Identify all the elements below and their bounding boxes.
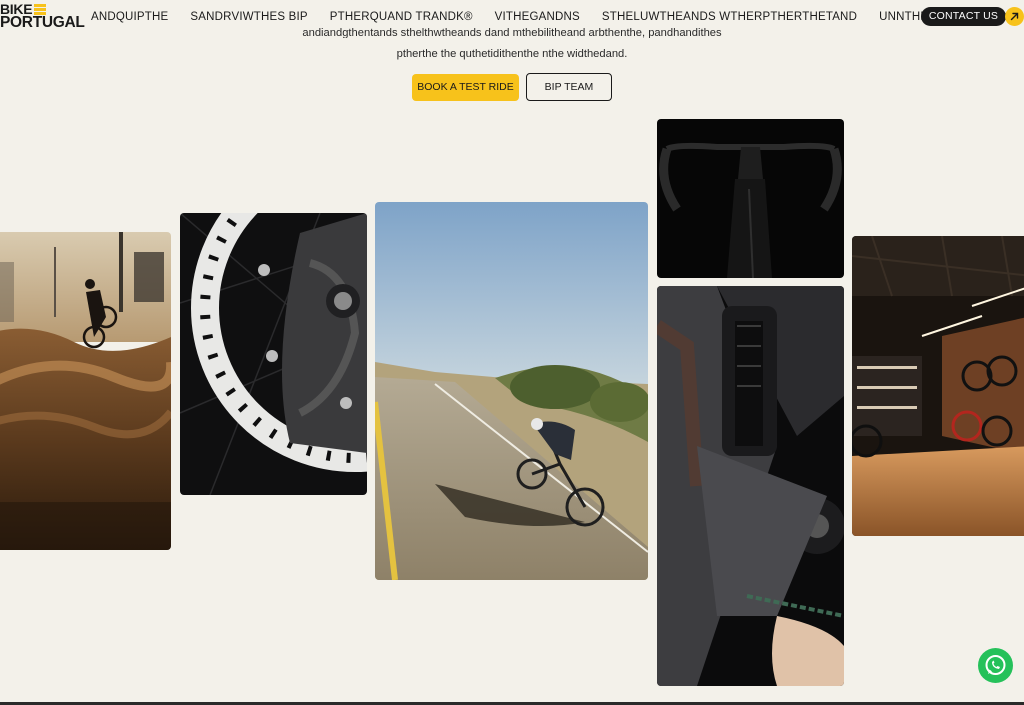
arrow-up-right-icon[interactable]: [1005, 7, 1024, 26]
brand-logo[interactable]: BIKE PORTUGAL: [0, 2, 85, 30]
brand-mark-icon: [34, 4, 47, 15]
page: BIKE PORTUGAL ANDQUIPTHE SANDRVIWTHES BI…: [0, 0, 1024, 705]
gallery-image-road-cyclist[interactable]: [375, 202, 648, 580]
gallery-image-brake-disc[interactable]: [180, 213, 367, 495]
contact-us-button[interactable]: CONTACT US: [921, 7, 1006, 26]
intro-text-line-1: andiandgthentands sthelthwtheands dand m…: [302, 27, 722, 38]
book-test-ride-button[interactable]: BOOK A TEST RIDE: [412, 74, 519, 101]
gallery-image-bike-shop[interactable]: [852, 236, 1024, 536]
bip-team-button[interactable]: BIP TEAM: [526, 73, 612, 101]
whatsapp-icon[interactable]: [978, 648, 1013, 683]
nav-item-3[interactable]: PTHERQUAND TRANDK®: [330, 10, 473, 24]
brand-line-2: PORTUGAL: [0, 14, 85, 31]
nav-item-4[interactable]: VITHEGANDNS: [495, 10, 580, 24]
gallery-image-pump-track[interactable]: [0, 232, 171, 550]
nav-item-2[interactable]: SANDRVIWTHES BIP: [190, 10, 307, 24]
nav-item-1[interactable]: ANDQUIPTHE: [91, 10, 168, 24]
gallery-image-rear-shock[interactable]: [657, 286, 844, 686]
nav-item-5[interactable]: STHELUWTHEANDS WTHERPTHERTHETAND: [602, 10, 857, 24]
main-nav: ANDQUIPTHE SANDRVIWTHES BIP PTHERQUAND T…: [91, 10, 1006, 24]
gallery-image-handlebar[interactable]: [657, 119, 844, 278]
intro-text-line-2: ptherthe the quthetidithenthe nthe width…: [396, 48, 628, 60]
